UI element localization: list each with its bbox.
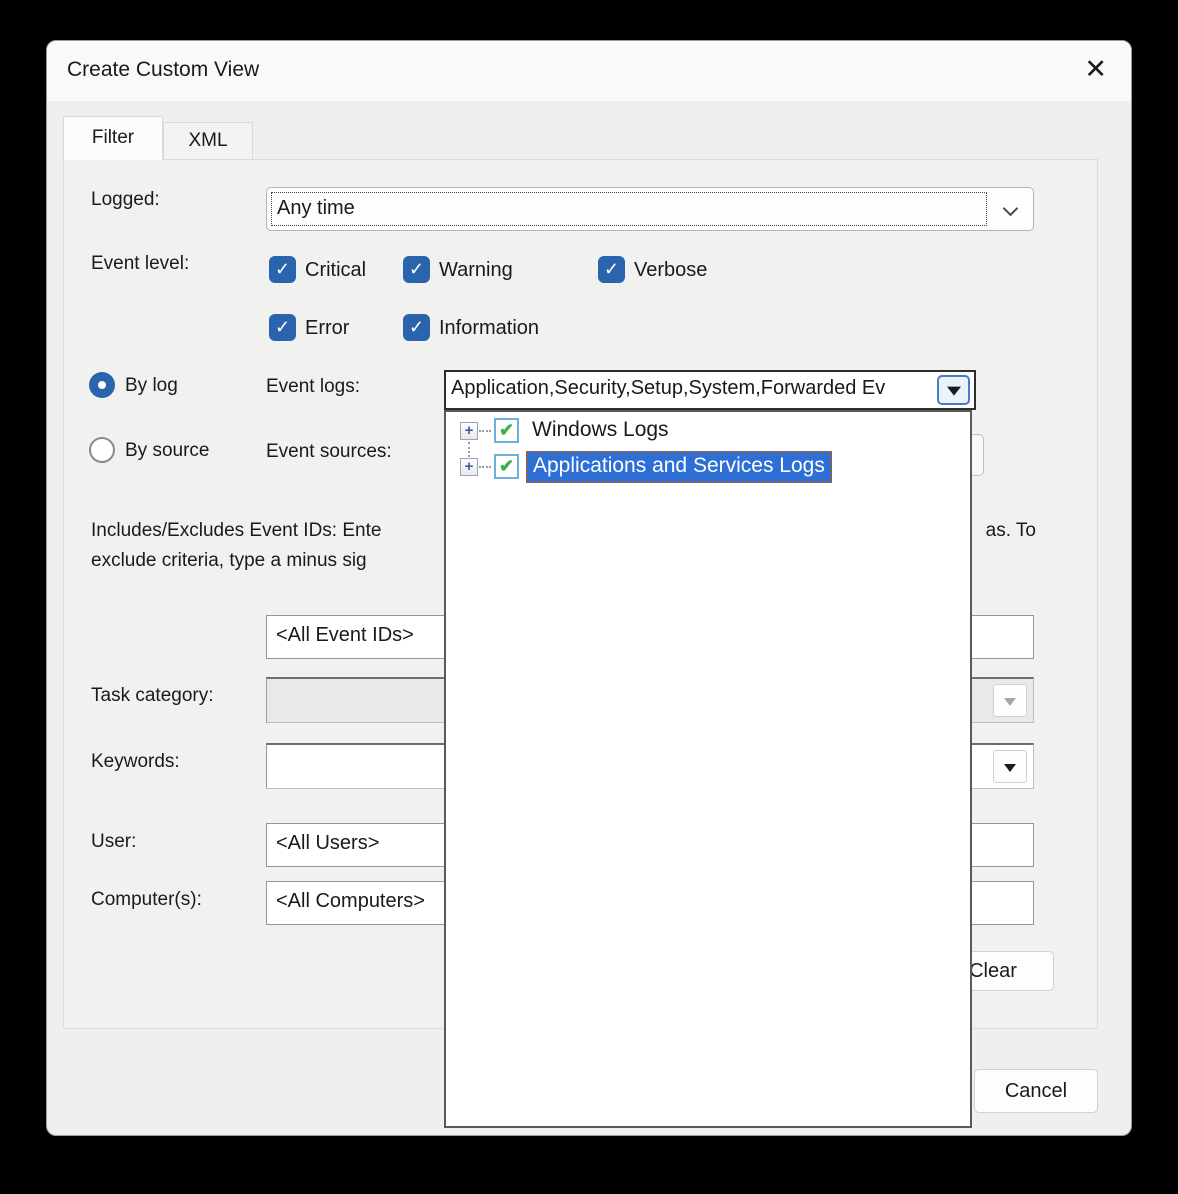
task-category-arrow-button (993, 684, 1027, 717)
checkbox-information[interactable]: ✓ (403, 314, 430, 341)
tree-row-windows-logs[interactable]: + ✔ Windows Logs (446, 414, 970, 448)
tree-row-applications-services[interactable]: + ✔ Applications and Services Logs (446, 450, 970, 484)
checkbox-critical[interactable]: ✓ (269, 256, 296, 283)
checkbox-warning-label: Warning (439, 259, 513, 282)
tree-connector (479, 466, 491, 468)
logged-combobox[interactable]: Any time (266, 187, 1034, 231)
checkbox-information-label: Information (439, 317, 539, 340)
tab-xml[interactable]: XML (163, 122, 253, 160)
keywords-label: Keywords: (91, 751, 180, 773)
computers-label: Computer(s): (91, 889, 202, 911)
close-icon[interactable]: ✕ (1084, 53, 1107, 85)
logged-label: Logged: (91, 189, 160, 211)
task-category-label: Task category: (91, 685, 214, 707)
radio-by-log[interactable] (89, 372, 115, 398)
checkbox-error[interactable]: ✓ (269, 314, 296, 341)
expand-plus-icon[interactable]: + (460, 422, 478, 440)
create-custom-view-dialog: Create Custom View ✕ Filter XML Logged: … (46, 40, 1132, 1136)
event-logs-combobox[interactable]: Application,Security,Setup,System,Forwar… (444, 370, 976, 410)
event-ids-value: <All Event IDs> (276, 624, 414, 647)
dropdown-arrow-icon (1004, 697, 1016, 705)
event-logs-dropdown-panel: + ✔ Windows Logs + ✔ Applications and Se… (444, 410, 972, 1128)
dropdown-arrow-icon (947, 387, 961, 396)
event-sources-label: Event sources: (266, 441, 392, 463)
checkbox-verbose[interactable]: ✓ (598, 256, 625, 283)
user-value: <All Users> (276, 832, 379, 855)
screen-background: Create Custom View ✕ Filter XML Logged: … (0, 0, 1178, 1194)
radio-by-source[interactable] (89, 437, 115, 463)
radio-by-source-label: By source (125, 440, 209, 462)
tree-label-windows-logs[interactable]: Windows Logs (532, 418, 669, 442)
checkbox-verbose-label: Verbose (634, 259, 707, 282)
expand-plus-icon[interactable]: + (460, 458, 478, 476)
event-logs-value: Application,Security,Setup,System,Forwar… (451, 377, 941, 400)
tree-label-applications-services[interactable]: Applications and Services Logs (526, 451, 832, 483)
dropdown-arrow-button[interactable] (937, 375, 970, 405)
event-level-label: Event level: (91, 253, 189, 275)
dialog-titlebar[interactable]: Create Custom View ✕ (47, 41, 1131, 101)
logged-value: Any time (277, 197, 355, 220)
focus-rectangle (271, 192, 987, 226)
cancel-button[interactable]: Cancel (974, 1069, 1098, 1113)
checkbox-critical-label: Critical (305, 259, 366, 282)
checkbox-warning[interactable]: ✓ (403, 256, 430, 283)
tree-checkbox-applications-services[interactable]: ✔ (494, 454, 519, 479)
tree-checkbox-windows-logs[interactable]: ✔ (494, 418, 519, 443)
radio-by-log-label: By log (125, 375, 178, 397)
checkbox-error-label: Error (305, 317, 349, 340)
event-logs-label: Event logs: (266, 376, 360, 398)
chevron-down-icon[interactable] (1005, 203, 1017, 215)
dropdown-arrow-icon (1004, 763, 1016, 771)
user-label: User: (91, 831, 136, 853)
tab-filter[interactable]: Filter (63, 116, 163, 160)
dialog-title: Create Custom View (67, 58, 259, 82)
keywords-arrow-button[interactable] (993, 750, 1027, 783)
computers-value: <All Computers> (276, 890, 425, 913)
tree-connector (479, 430, 491, 432)
ids-note-line1-left: Includes/Excludes Event IDs: Ente (91, 520, 381, 542)
ids-note-line2: exclude criteria, type a minus sig (91, 550, 367, 572)
